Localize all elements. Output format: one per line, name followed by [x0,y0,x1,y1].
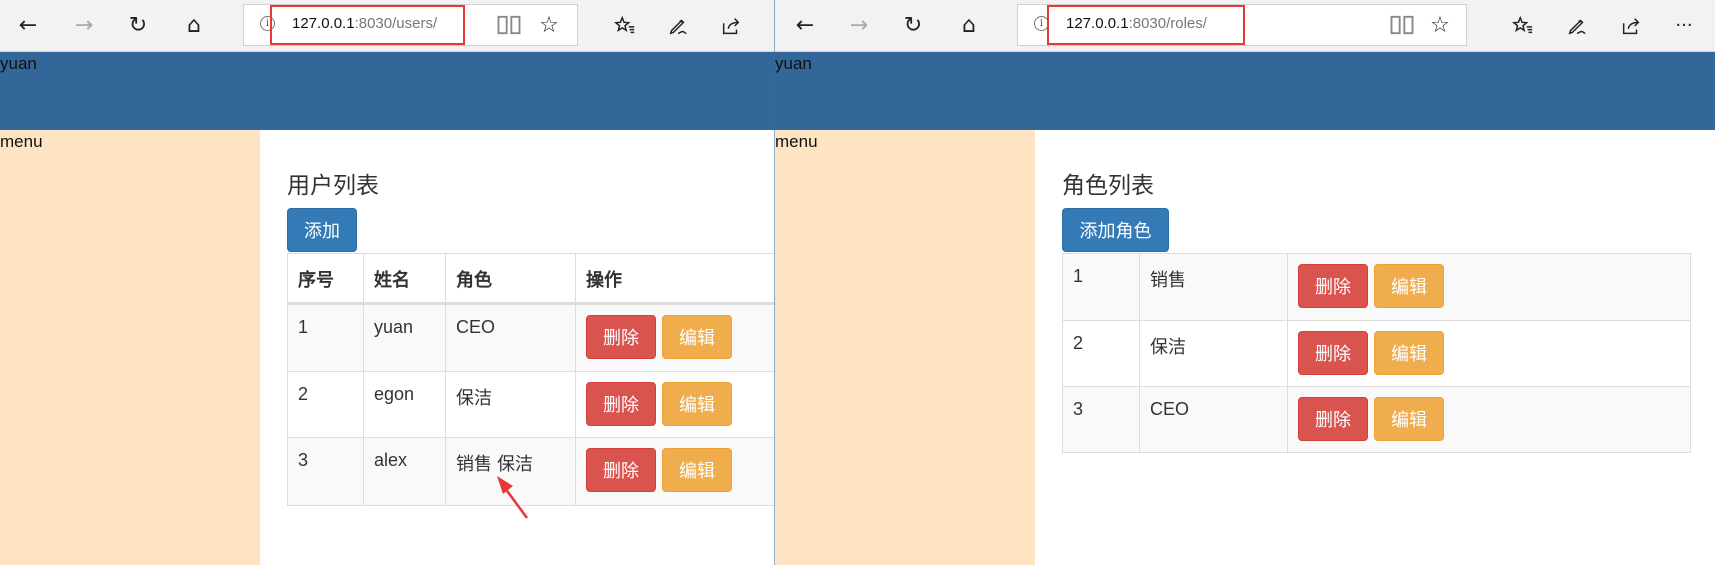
roles-table: 1 销售 删除 编辑 2 保洁 删除 编辑 3 CEO 删除 编辑 [1062,253,1691,453]
favorite-star-icon[interactable]: ☆ [535,11,563,39]
cell-role-name: 销售 [1139,253,1288,321]
cell-id: 1 [287,303,364,372]
delete-button[interactable]: 删除 [586,315,656,359]
cell-actions: 删除 编辑 [575,437,775,506]
delete-button[interactable]: 删除 [586,382,656,426]
favorite-star-icon[interactable]: ☆ [1426,11,1454,39]
refresh-icon[interactable]: ↻ [895,8,931,44]
cell-role: 保洁 [445,371,576,438]
column-header-id: 序号 [287,253,364,305]
cell-actions: 删除 编辑 [575,371,775,438]
table-row: 3 CEO 删除 编辑 [1062,386,1691,453]
page-title: 用户列表 [287,172,379,198]
table-row: 1 yuan CEO 删除 编辑 [287,303,775,372]
back-arrow-icon[interactable]: ← [787,8,823,44]
cell-role: CEO [445,303,576,372]
column-header-actions: 操作 [575,253,775,305]
browser-toolbar: ← → ↻ ⌂ i 127.0.0.1:8030/users/ ☆ [0,0,775,52]
edit-button[interactable]: 编辑 [662,315,732,359]
table-row: 2 保洁 删除 编辑 [1062,320,1691,387]
browser-window-users: ← → ↻ ⌂ i 127.0.0.1:8030/users/ ☆ yuan m… [0,0,775,565]
url-path: :8030/roles/ [1128,15,1207,32]
delete-button[interactable]: 删除 [1298,331,1368,375]
cell-id: 1 [1062,253,1140,321]
cell-id: 3 [1062,386,1140,453]
menu-label: menu [0,132,43,151]
browser-window-roles: ← → ↻ ⌂ i 127.0.0.1:8030/roles/ ☆ ··· yu… [775,0,1715,565]
table-row: 1 销售 删除 编辑 [1062,253,1691,321]
notes-pen-icon[interactable] [1559,8,1595,44]
cell-id: 2 [287,371,364,438]
forward-arrow-icon[interactable]: → [66,8,102,44]
page-header: yuan [0,52,775,130]
page-header: yuan [775,52,1715,130]
side-menu: menu [775,130,1035,565]
cell-actions: 删除 编辑 [1287,320,1691,387]
home-icon[interactable]: ⌂ [951,8,987,44]
header-username: yuan [0,54,37,73]
cell-role-name: CEO [1139,386,1288,453]
favorites-hub-icon[interactable] [607,8,643,44]
url-path: :8030/users/ [354,15,438,32]
table-row: 2 egon 保洁 删除 编辑 [287,371,775,438]
home-icon[interactable]: ⌂ [176,8,212,44]
column-header-role: 角色 [445,253,576,305]
cell-actions: 删除 编辑 [1287,386,1691,453]
add-user-button[interactable]: 添加 [287,208,357,252]
cell-id: 2 [1062,320,1140,387]
more-menu-icon[interactable]: ··· [1666,8,1702,44]
address-bar[interactable]: i 127.0.0.1:8030/roles/ ☆ [1017,4,1467,46]
cell-id: 3 [287,437,364,506]
reading-view-icon[interactable] [495,11,523,39]
header-username: yuan [775,54,812,73]
notes-pen-icon[interactable] [660,8,696,44]
screenshot: ← → ↻ ⌂ i 127.0.0.1:8030/users/ ☆ yuan m… [0,0,1715,565]
cell-name: alex [363,437,446,506]
cell-name: yuan [363,303,446,372]
menu-label: menu [775,132,818,151]
edit-button[interactable]: 编辑 [1374,331,1444,375]
cell-role-name: 保洁 [1139,320,1288,387]
side-menu: menu [0,130,260,565]
cell-actions: 删除 编辑 [575,303,775,372]
back-arrow-icon[interactable]: ← [10,8,46,44]
cell-name: egon [363,371,446,438]
annotation-arrow-icon [497,476,529,519]
address-bar[interactable]: i 127.0.0.1:8030/users/ ☆ [243,4,578,46]
url-text[interactable]: 127.0.0.1:8030/roles/ [1066,15,1207,32]
edit-button[interactable]: 编辑 [662,382,732,426]
url-host: 127.0.0.1 [292,15,355,32]
forward-arrow-icon[interactable]: → [841,8,877,44]
delete-button[interactable]: 删除 [586,448,656,492]
edit-button[interactable]: 编辑 [662,448,732,492]
browser-toolbar: ← → ↻ ⌂ i 127.0.0.1:8030/roles/ ☆ ··· [775,0,1715,52]
add-role-button[interactable]: 添加角色 [1062,208,1169,252]
edit-button[interactable]: 编辑 [1374,264,1444,308]
share-icon[interactable] [713,8,749,44]
column-header-name: 姓名 [363,253,446,305]
refresh-icon[interactable]: ↻ [120,8,156,44]
reading-view-icon[interactable] [1388,11,1416,39]
page-title: 角色列表 [1062,172,1154,198]
delete-button[interactable]: 删除 [1298,397,1368,441]
favorites-hub-icon[interactable] [1505,8,1541,44]
delete-button[interactable]: 删除 [1298,264,1368,308]
url-host: 127.0.0.1 [1066,15,1129,32]
edit-button[interactable]: 编辑 [1374,397,1444,441]
url-text[interactable]: 127.0.0.1:8030/users/ [292,15,437,32]
cell-actions: 删除 编辑 [1287,253,1691,321]
users-table: 序号 姓名 角色 操作 1 yuan CEO 删除 编辑 2 egon 保洁 删… [287,253,775,506]
share-icon[interactable] [1613,8,1649,44]
